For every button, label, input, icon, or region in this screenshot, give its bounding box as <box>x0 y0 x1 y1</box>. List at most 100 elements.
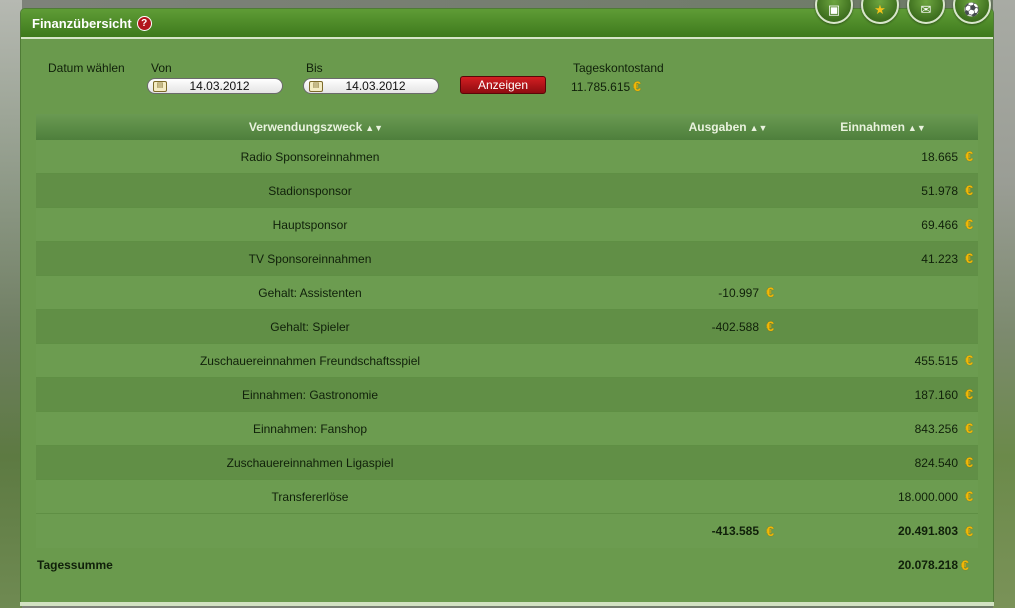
to-label: Bis <box>306 61 323 75</box>
coin-icon: € <box>965 454 973 470</box>
expenses-column-header[interactable]: Ausgaben ▲▼ <box>584 120 788 134</box>
to-date-field[interactable]: ▤ 14.03.2012 <box>303 78 439 94</box>
income-cell: 18.000.000 € <box>774 489 978 504</box>
help-icon[interactable]: ? <box>136 15 152 31</box>
income-value: 843.256 <box>914 421 958 436</box>
purpose-cell: Radio Sponsoreinnahmen <box>240 149 380 164</box>
income-cell: 187.160 € <box>774 387 978 402</box>
expenses-value: -10.997 <box>718 285 759 300</box>
table-header: Verwendungszweck ▲▼ Ausgaben ▲▼ Einnahmen ▲… <box>36 114 978 140</box>
income-cell: 69.466 € <box>774 217 978 232</box>
table-row: Stadionsponsor 51.978 € <box>36 174 978 208</box>
table-row: Einnahmen: Gastronomie 187.160 € <box>36 378 978 412</box>
from-date-value: 14.03.2012 <box>189 79 250 93</box>
coin-icon: € <box>961 556 969 573</box>
panel-title: Finanzübersicht <box>32 15 132 31</box>
income-column-header[interactable]: Einnahmen ▲▼ <box>788 120 978 134</box>
finance-table: Verwendungszweck ▲▼ Ausgaben ▲▼ Einnahmen ▲… <box>36 114 978 548</box>
coin-icon: € <box>965 216 973 232</box>
coin-icon: € <box>965 522 973 539</box>
totals-expenses-cell: -413.585 € <box>584 522 774 539</box>
totals-expenses-value: -413.585 <box>711 524 759 538</box>
table-row: Transfererlöse 18.000.000 € <box>36 480 978 514</box>
coin-icon: € <box>633 78 641 94</box>
purpose-cell: Gehalt: Spieler <box>270 319 350 334</box>
coin-icon: € <box>965 386 973 402</box>
purpose-cell: Stadionsponsor <box>268 183 352 198</box>
income-value: 18.665 <box>921 149 958 164</box>
day-sum-label: Tagessumme <box>37 558 113 572</box>
table-row: Hauptsponsor 69.466 € <box>36 208 978 242</box>
purpose-cell: Hauptsponsor <box>272 217 348 232</box>
income-value: 187.160 <box>914 387 958 402</box>
football-icon[interactable]: ⚽ <box>953 0 991 24</box>
income-cell: 41.223 € <box>774 251 978 266</box>
expenses-value: -402.588 <box>711 319 759 334</box>
star-icon[interactable]: ★ <box>861 0 899 24</box>
sort-icon: ▲▼ <box>907 123 926 133</box>
income-value: 41.223 <box>921 251 958 266</box>
purpose-cell: Einnahmen: Fanshop <box>252 421 368 436</box>
purpose-column-header[interactable]: Verwendungszweck ▲▼ <box>36 120 584 134</box>
purpose-cell: Einnahmen: Gastronomie <box>241 387 379 402</box>
calendar-icon[interactable]: ▤ <box>309 80 323 92</box>
day-sum-amount: 20.078.218 <box>897 558 958 572</box>
background-right <box>993 0 1015 608</box>
daily-balance-amount: 11.785.615 <box>571 79 631 94</box>
coin-icon: € <box>965 182 973 198</box>
table-row: Gehalt: Spieler -402.588 € <box>36 310 978 344</box>
totals-row: -413.585 € 20.491.803 € <box>36 514 978 548</box>
income-cell: 18.665 € <box>774 149 978 164</box>
purpose-cell: Zuschauereinnahmen Freundschaftsspiel <box>199 353 421 368</box>
income-value: 18.000.000 <box>897 489 958 504</box>
show-button[interactable]: Anzeigen <box>460 76 546 94</box>
purpose-header-label: Verwendungszweck <box>248 120 363 134</box>
income-cell: 843.256 € <box>774 421 978 436</box>
from-label: Von <box>151 61 172 75</box>
coin-icon: € <box>965 420 973 436</box>
table-row: Zuschauereinnahmen Ligaspiel 824.540 € <box>36 446 978 480</box>
coin-icon: € <box>965 148 973 164</box>
table-body: Radio Sponsoreinnahmen 18.665 € Stadionspon… <box>36 140 978 514</box>
date-select-label: Datum wählen <box>48 61 125 75</box>
totals-income-value: 20.491.803 <box>897 524 958 538</box>
table-row: Einnahmen: Fanshop 843.256 € <box>36 412 978 446</box>
day-sum-value: 20.078.218 € <box>897 556 978 573</box>
coin-icon: € <box>766 284 774 300</box>
table-row: Gehalt: Assistenten -10.997 € <box>36 276 978 310</box>
income-value: 51.978 <box>921 183 958 198</box>
top-icon-bar: ▣ ★ ✉ ⚽ <box>815 0 991 24</box>
table-row: Zuschauereinnahmen Freundschaftsspiel 455… <box>36 344 978 378</box>
income-header-label: Einnahmen <box>840 120 905 134</box>
expenses-cell: -10.997 € <box>584 285 774 300</box>
from-date-field[interactable]: ▤ 14.03.2012 <box>147 78 283 94</box>
totals-income-cell: 20.491.803 € <box>774 522 978 539</box>
coin-icon: € <box>766 522 774 539</box>
day-sum-row: Tagessumme 20.078.218 € <box>37 555 978 575</box>
income-value: 824.540 <box>914 455 958 470</box>
coin-icon: € <box>965 352 973 368</box>
purpose-cell: Transfererlöse <box>271 489 349 504</box>
calendar-icon[interactable]: ▤ <box>153 80 167 92</box>
table-row: Radio Sponsoreinnahmen 18.665 € <box>36 140 978 174</box>
income-cell: 51.978 € <box>774 183 978 198</box>
background-left <box>0 0 22 608</box>
envelope-icon[interactable]: ✉ <box>907 0 945 24</box>
coin-icon: € <box>965 250 973 266</box>
gift-icon[interactable]: ▣ <box>815 0 853 24</box>
expenses-header-label: Ausgaben <box>688 120 747 134</box>
daily-balance-label: Tageskontostand <box>573 61 664 75</box>
coin-icon: € <box>965 488 973 504</box>
expenses-cell: -402.588 € <box>584 319 774 334</box>
panel-footer-line <box>20 602 994 606</box>
purpose-cell: Gehalt: Assistenten <box>258 285 362 300</box>
to-date-value: 14.03.2012 <box>345 79 406 93</box>
income-cell: 455.515 € <box>774 353 978 368</box>
daily-balance-value: 11.785.615 € <box>571 79 645 94</box>
income-value: 455.515 <box>914 353 958 368</box>
table-row: TV Sponsoreinnahmen 41.223 € <box>36 242 978 276</box>
purpose-cell: TV Sponsoreinnahmen <box>248 251 372 266</box>
coin-icon: € <box>766 318 774 334</box>
sort-icon: ▲▼ <box>365 123 384 133</box>
income-cell: 824.540 € <box>774 455 978 470</box>
